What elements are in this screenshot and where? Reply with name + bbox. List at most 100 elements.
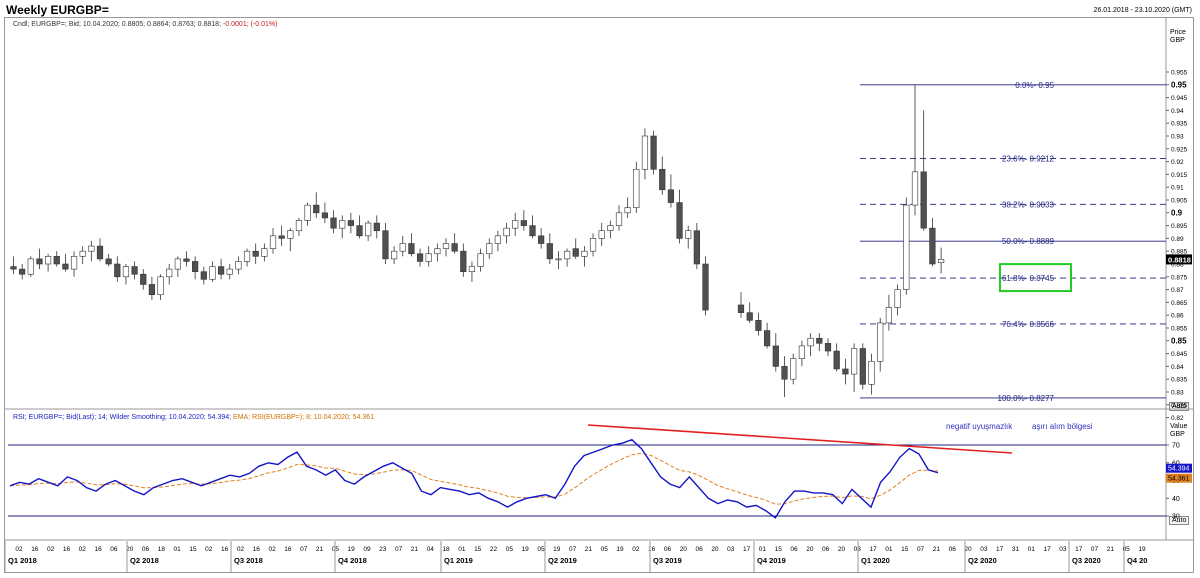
price-tick-label: 0.95 [1171,80,1187,89]
time-day-label: 01 [458,546,466,553]
price-tick-label: 0.89 [1171,236,1184,243]
candle-body [589,238,597,252]
time-day-label: 05 [332,546,340,553]
candle-body [408,243,415,255]
time-day-label: 07 [917,546,925,553]
candle-body [850,348,858,375]
time-quarter-label: Q1 2018 [8,556,37,565]
candle-body [62,263,69,270]
price-tick-label: 0.895 [1171,223,1188,230]
candle-body [36,258,43,265]
price-tick-label: 0.935 [1171,121,1188,128]
time-day-label: 09 [363,546,371,553]
candle-body [833,350,840,370]
price-tick-label: 0.825 [1171,402,1188,409]
time-quarter-label: Q3 2019 [653,556,682,565]
candle-body [563,250,571,260]
time-day-label: 22 [490,546,498,553]
time-quarter-label: Q4 2019 [757,556,786,565]
candle-body [390,250,398,260]
candle-body [339,220,346,229]
time-day-label: 19 [616,546,624,553]
candle-body [816,337,823,344]
candle-body [148,284,156,296]
candle-body [781,366,788,380]
price-tick-label: 0.9 [1171,208,1183,217]
candle-body [27,258,34,275]
time-day-label: 05 [601,546,609,553]
ema-value-text: 54.361 [1168,476,1190,483]
time-day-label: 20 [711,546,719,553]
time-quarter-label: Q3 2020 [1072,556,1101,565]
price-tick-label: 0.915 [1171,172,1188,179]
candle-body [157,276,164,296]
rsi-tick-label: 30 [1172,514,1180,521]
time-day-label: 17 [996,546,1004,553]
time-day-label: 01 [885,546,893,553]
time-day-label: 04 [427,546,435,553]
time-day-label: 21 [585,546,593,553]
candle-body [824,343,832,352]
price-tick-label: 0.82 [1171,415,1184,422]
candle-body [607,225,614,232]
candle-body [859,348,866,385]
candle-body [321,212,329,219]
divergence-trendline [587,424,1013,454]
candle-body [166,268,173,278]
time-day-label: 05 [506,546,514,553]
time-day-label: 01 [1028,546,1036,553]
time-quarter-label: Q2 2018 [130,556,159,565]
candle-body [512,220,519,229]
candle-body [451,243,458,252]
time-day-label: 02 [47,546,55,553]
candle-body [140,273,147,285]
fib-level-label: 38.2%- 0.9033 [1002,200,1055,209]
time-day-label: 01 [759,546,767,553]
time-day-label: 23 [379,546,387,553]
price-tick-label: 0.83 [1171,390,1184,397]
time-day-label: 15 [901,546,909,553]
candle-body [598,230,605,239]
price-tick-label: 0.93 [1171,134,1184,141]
time-day-label: 07 [395,546,403,553]
candle-body [555,258,562,261]
time-day-label: 06 [696,546,704,553]
candle-body [685,230,692,239]
time-day-label: 03 [980,546,988,553]
time-day-label: 02 [268,546,276,553]
rsi-axis-ticks: 304050607054.39454.361 [1166,443,1192,521]
fib-level-label: 23.6%- 0.9212 [1002,155,1055,164]
candle-body [10,266,17,270]
time-quarter-label: Q2 2020 [968,556,997,565]
candle-body [920,171,927,229]
time-day-label: 16 [31,546,39,553]
price-tick-label: 0.905 [1171,198,1188,205]
time-day-label: 21 [933,546,941,553]
last-price-value: 0.8818 [1168,255,1191,264]
candle-body [313,204,320,214]
candle-body [365,222,372,237]
time-day-label: 18 [158,546,166,553]
price-tick-label: 0.845 [1171,351,1188,358]
price-tick-label: 0.85 [1171,336,1187,345]
price-tick-label: 0.925 [1171,146,1188,153]
time-day-label: 02 [79,546,87,553]
candle-body [468,266,476,272]
time-day-label: 19 [522,546,530,553]
candle-body [650,135,657,170]
candle-body [235,261,242,270]
time-day-label: 16 [63,546,71,553]
candle-body [529,225,536,237]
candle-body [702,263,709,311]
rsi-tick-label: 40 [1172,496,1180,503]
time-day-label: 01 [174,546,182,553]
candle-body [755,320,762,331]
candle-body [877,322,884,362]
candle-body [460,250,467,272]
candle-body [19,268,26,275]
price-tick-label: 0.84 [1171,364,1184,371]
candle-body [399,243,406,252]
candle-body [278,235,285,239]
price-tick-label: 0.91 [1171,185,1184,192]
time-day-label: 02 [632,546,640,553]
